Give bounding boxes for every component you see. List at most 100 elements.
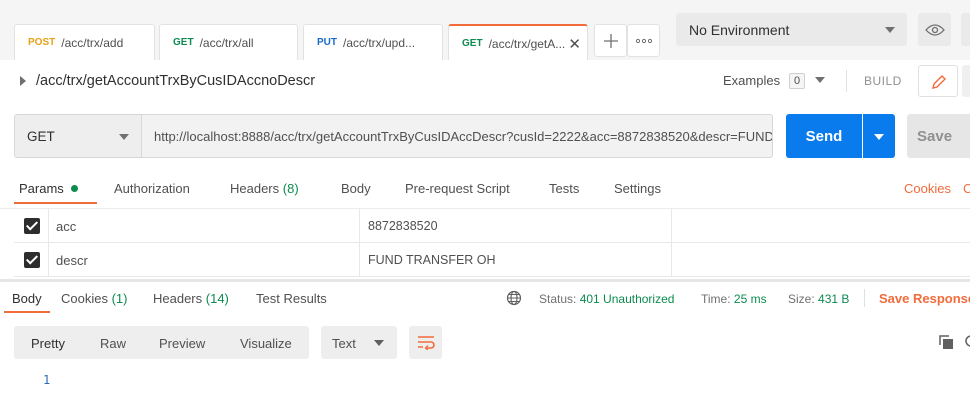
- request-tab-get-active[interactable]: GET /acc/trx/getA... ✕: [448, 24, 588, 61]
- close-icon[interactable]: ✕: [568, 35, 581, 53]
- tab-pre-request-script[interactable]: Pre-request Script: [405, 181, 510, 196]
- manage-environments-button[interactable]: [961, 13, 970, 46]
- tab-headers[interactable]: Headers (8): [230, 181, 299, 196]
- new-tab-button[interactable]: [594, 24, 627, 57]
- save-response-button[interactable]: Save Response: [879, 291, 970, 306]
- pencil-icon: [932, 75, 946, 89]
- tab-settings[interactable]: Settings: [614, 181, 661, 196]
- environment-value: No Environment: [689, 21, 790, 38]
- divider: [359, 209, 360, 243]
- request-tab-put-upd[interactable]: PUT /acc/trx/upd...: [303, 24, 443, 60]
- active-tab-indicator: [14, 202, 97, 204]
- size-value: 431 B: [818, 292, 850, 306]
- param-checkbox-cell: [14, 209, 49, 243]
- tab-tests[interactable]: Tests: [549, 181, 579, 196]
- tab-method: GET: [173, 37, 194, 48]
- param-checkbox-cell: [14, 243, 49, 277]
- response-format-select[interactable]: Text: [321, 326, 397, 359]
- tab-path: /acc/trx/add: [61, 35, 124, 50]
- edit-mode-button[interactable]: [918, 65, 958, 97]
- time-value: 25 ms: [733, 292, 767, 306]
- tab-params[interactable]: Params: [19, 181, 79, 196]
- param-value[interactable]: FUND TRANSFER OH: [368, 253, 496, 267]
- response-tab-cookies[interactable]: Cookies (1): [61, 291, 127, 306]
- param-key[interactable]: descr: [56, 253, 88, 268]
- tab-params-label: Params: [19, 181, 64, 196]
- send-options-button[interactable]: [863, 114, 895, 158]
- examples-button[interactable]: Examples: [723, 73, 780, 88]
- response-tab-headers[interactable]: Headers (14): [153, 291, 229, 306]
- response-time[interactable]: Time: 25 ms: [701, 292, 767, 306]
- wrap-lines-button[interactable]: [409, 326, 442, 359]
- status-value: 401 Unauthorized: [579, 292, 675, 306]
- param-row: acc 8872838520: [14, 209, 970, 243]
- request-tab-get-all[interactable]: GET /acc/trx/all: [159, 24, 298, 60]
- response-headers-label: Headers: [153, 291, 203, 306]
- chevron-down-icon: [119, 134, 129, 140]
- tab-bar: POST /acc/trx/add GET /acc/trx/all PUT /…: [0, 0, 970, 61]
- tab-options-button[interactable]: [627, 24, 660, 57]
- divider: [359, 243, 360, 277]
- chevron-down-icon: [885, 27, 895, 33]
- save-button[interactable]: Save: [907, 114, 970, 158]
- divider: [671, 209, 672, 243]
- examples-count-badge: 0: [789, 73, 805, 89]
- param-value[interactable]: 8872838520: [368, 219, 438, 233]
- code-link[interactable]: C: [963, 181, 970, 196]
- more-icon: [635, 38, 652, 43]
- time-label: Time:: [701, 292, 731, 306]
- line-number: 1: [43, 373, 51, 387]
- globe-icon[interactable]: [506, 290, 522, 306]
- environment-select[interactable]: No Environment: [676, 13, 907, 46]
- method-select[interactable]: GET: [14, 114, 141, 158]
- url-input[interactable]: http://localhost:8888/acc/trx/getAccount…: [141, 114, 773, 158]
- response-headers-count: (14): [205, 291, 229, 306]
- divider: [864, 289, 865, 307]
- response-cookies-count: (1): [111, 291, 128, 306]
- build-mode-label[interactable]: BUILD: [864, 74, 902, 88]
- headers-count: (8): [282, 181, 299, 196]
- pane-resize-handle[interactable]: [0, 279, 970, 282]
- params-active-dot: [71, 185, 79, 192]
- cookies-link[interactable]: Cookies: [904, 181, 951, 196]
- view-preview-button[interactable]: Preview: [159, 336, 205, 351]
- comments-button[interactable]: [962, 65, 970, 97]
- tab-headers-label: Headers: [230, 181, 280, 196]
- wrap-lines-icon: [418, 336, 435, 350]
- caret-right-icon[interactable]: [19, 76, 27, 86]
- format-value: Text: [332, 336, 356, 351]
- tab-path: /acc/trx/all: [199, 35, 254, 50]
- param-row: descr FUND TRANSFER OH: [14, 243, 970, 277]
- response-status[interactable]: Status: 401 Unauthorized: [539, 292, 674, 306]
- divider: [846, 70, 847, 92]
- active-tab-indicator: [4, 311, 50, 313]
- tab-body[interactable]: Body: [341, 181, 371, 196]
- tab-authorization[interactable]: Authorization: [114, 181, 190, 196]
- send-button[interactable]: Send: [786, 114, 862, 158]
- divider: [671, 243, 672, 277]
- view-pretty-button[interactable]: Pretty: [31, 336, 65, 351]
- status-label: Status:: [539, 292, 577, 306]
- response-tab-body[interactable]: Body: [12, 291, 42, 306]
- request-tab-post-add[interactable]: POST /acc/trx/add: [14, 24, 155, 60]
- plus-icon: [603, 33, 618, 48]
- size-label: Size:: [788, 292, 815, 306]
- environment-quick-look-button[interactable]: [918, 13, 951, 46]
- tab-method: GET: [462, 38, 483, 49]
- tab-method: PUT: [317, 37, 337, 48]
- view-visualize-button[interactable]: Visualize: [240, 336, 292, 351]
- param-checkbox[interactable]: [24, 252, 40, 268]
- tab-method: POST: [28, 37, 56, 48]
- eye-icon: [924, 23, 945, 36]
- view-raw-button[interactable]: Raw: [100, 336, 126, 351]
- chevron-down-icon[interactable]: [815, 77, 825, 83]
- param-key[interactable]: acc: [56, 219, 76, 234]
- response-size[interactable]: Size: 431 B: [788, 292, 849, 306]
- search-icon[interactable]: [964, 334, 970, 350]
- request-name[interactable]: /acc/trx/getAccountTrxByCusIDAccnoDescr: [36, 73, 315, 89]
- response-tab-test-results[interactable]: Test Results: [256, 291, 327, 306]
- param-checkbox[interactable]: [24, 218, 40, 234]
- copy-icon[interactable]: [938, 334, 954, 350]
- chevron-down-icon: [374, 340, 384, 346]
- method-value: GET: [27, 128, 55, 144]
